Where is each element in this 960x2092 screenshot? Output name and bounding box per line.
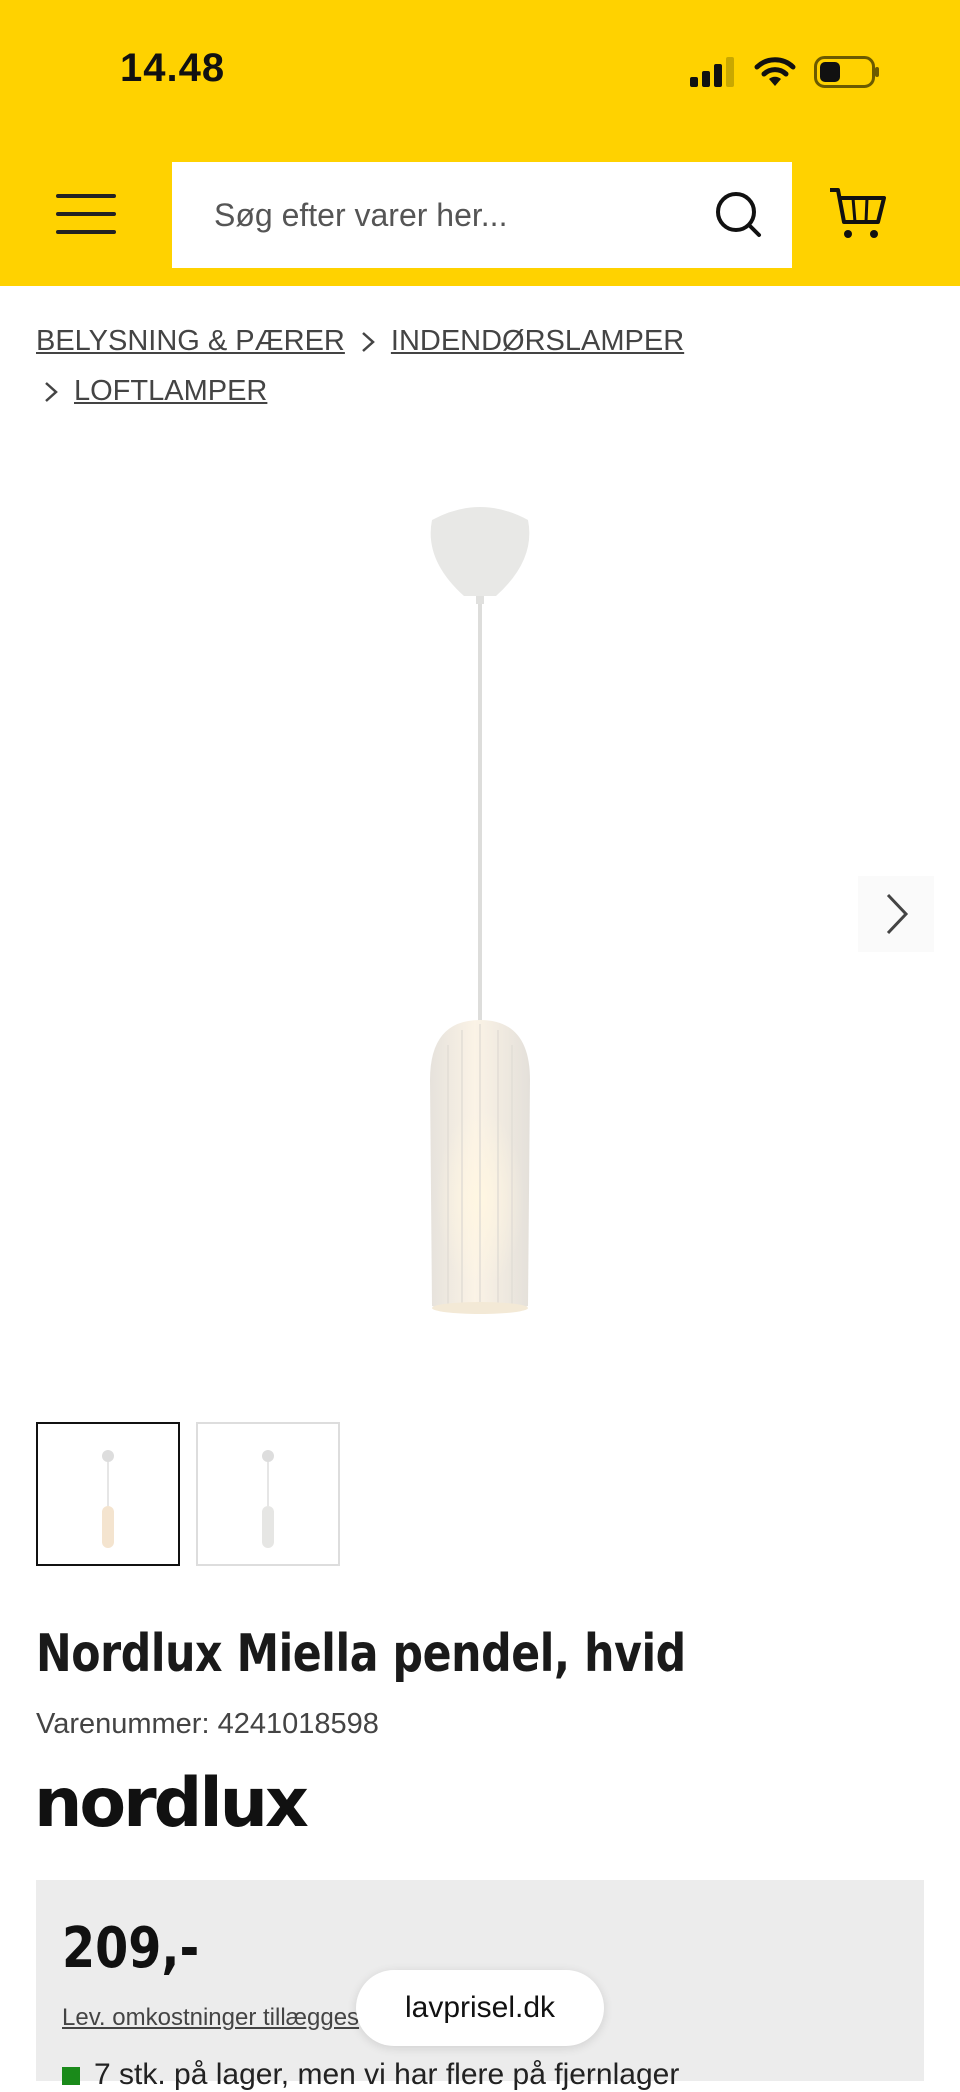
product-price: 209,- xyxy=(62,1916,200,1981)
search-box xyxy=(172,162,792,268)
breadcrumb: BELYSNING & PÆRER INDENDØRSLAMPER LOFTLAMP… xyxy=(36,316,936,416)
signal-icon xyxy=(690,57,734,87)
thumbnail-1[interactable] xyxy=(36,1422,180,1566)
search-input[interactable] xyxy=(212,195,696,235)
thumbnail-image xyxy=(102,1450,114,1548)
stock-status: 7 stk. på lager, men vi har flere på fje… xyxy=(62,2058,679,2092)
breadcrumb-item[interactable]: BELYSNING & PÆRER xyxy=(36,325,345,357)
shipping-cost-link[interactable]: Lev. omkostninger tillægges xyxy=(62,2004,359,2032)
chevron-right-icon xyxy=(886,893,909,935)
product-title: Nordlux Miella pendel, hvid xyxy=(36,1624,686,1684)
site-header: 14.48 xyxy=(0,0,960,286)
search-icon[interactable] xyxy=(714,190,764,240)
product-sku: Varenummer: 4241018598 xyxy=(36,1708,379,1740)
product-image xyxy=(430,507,530,1314)
thumbnail-image xyxy=(262,1450,274,1548)
chevron-right-icon xyxy=(45,382,58,403)
battery-icon xyxy=(814,56,879,88)
wifi-icon xyxy=(754,57,796,86)
breadcrumb-item[interactable]: INDENDØRSLAMPER xyxy=(391,325,684,357)
menu-button[interactable] xyxy=(56,194,116,234)
chevron-right-icon xyxy=(362,332,375,353)
status-icons xyxy=(690,52,880,92)
status-time: 14.48 xyxy=(120,46,226,90)
next-image-button[interactable] xyxy=(858,876,934,952)
cart-icon[interactable] xyxy=(828,184,888,244)
brand-logo[interactable]: nordlux xyxy=(34,1764,309,1843)
stock-text: 7 stk. på lager, men vi har flere på fje… xyxy=(94,2058,680,2091)
stock-indicator-icon xyxy=(62,2067,80,2086)
breadcrumb-item[interactable]: LOFTLAMPER xyxy=(74,375,267,407)
browser-url-bar[interactable]: lavprisel.dk xyxy=(356,1970,604,2046)
thumbnail-2[interactable] xyxy=(196,1422,340,1566)
